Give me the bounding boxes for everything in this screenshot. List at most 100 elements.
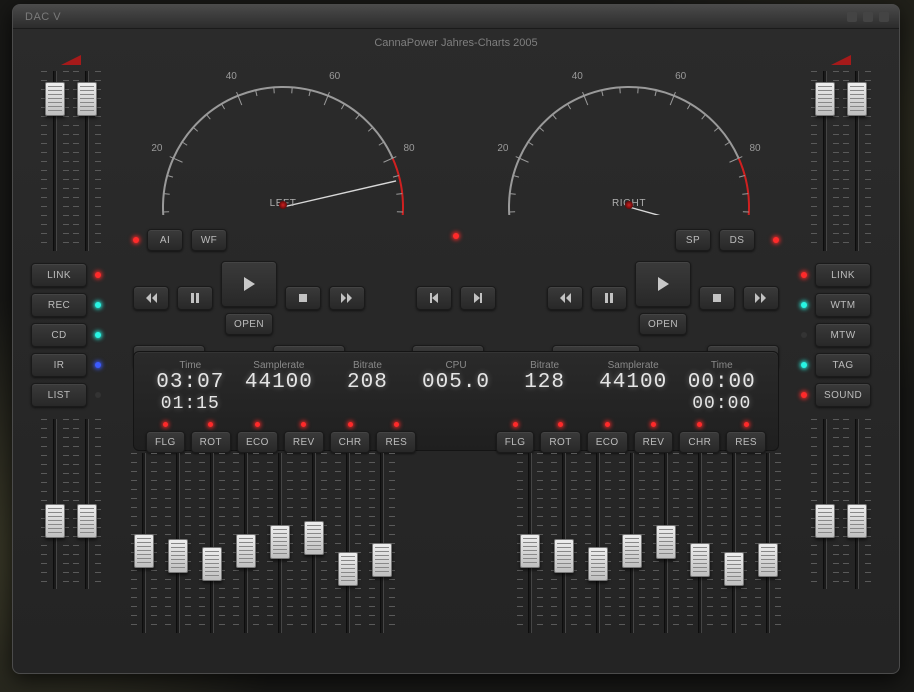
status-led [133,237,139,243]
rec-button[interactable]: REC [31,293,87,317]
stop-button[interactable] [699,286,735,310]
eq-fader[interactable] [201,453,223,633]
eq-section [133,453,779,633]
side-button-row: WTM [801,293,881,317]
fx-rev-button[interactable]: REV [284,431,324,453]
fader[interactable] [75,71,99,251]
eq-fader[interactable] [723,453,745,633]
fader[interactable] [43,71,67,251]
fx-rot-button[interactable]: ROT [191,431,231,453]
vu-pivot-icon [279,201,287,209]
eq-fader[interactable] [655,453,677,633]
eq-fader[interactable] [587,453,609,633]
pause-button[interactable] [591,286,627,310]
pause-button[interactable] [177,286,213,310]
fx-eco-button[interactable]: ECO [237,431,278,453]
ai-button[interactable]: AI [147,229,183,251]
tag-button[interactable]: TAG [815,353,871,377]
eq-fader[interactable] [269,453,291,633]
fx-cell: RES [726,422,766,453]
eq-fader[interactable] [621,453,643,633]
titlebar[interactable]: DAC V [13,5,899,29]
eq-fader[interactable] [167,453,189,633]
fx-rev-button[interactable]: REV [634,431,674,453]
triangle-indicator-left [61,55,81,65]
fx-led [163,422,168,427]
fx-led [558,422,563,427]
fx-led [208,422,213,427]
fader[interactable] [845,419,869,589]
wf-button[interactable]: WF [191,229,227,251]
cd-button[interactable]: CD [31,323,87,347]
fx-cell: CHR [330,422,371,453]
fader[interactable] [43,419,67,589]
mtw-button[interactable]: MTW [815,323,871,347]
fx-res-button[interactable]: RES [376,431,416,453]
fx-rot-button[interactable]: ROT [540,431,580,453]
fx-eco-button[interactable]: ECO [587,431,628,453]
lcd-value: 128 [500,371,589,394]
status-led [801,332,807,338]
volume-faders-left [43,71,99,251]
fader[interactable] [75,419,99,589]
side-button-row: LINK [801,263,881,287]
sp-button[interactable]: SP [675,229,711,251]
ir-button[interactable]: IR [31,353,87,377]
triangle-indicator-right [831,55,851,65]
fx-flg-button[interactable]: FLG [496,431,535,453]
maximize-icon[interactable] [863,12,873,22]
open-button-right[interactable]: OPEN [639,313,687,335]
stop-button[interactable] [285,286,321,310]
play-button-left[interactable] [221,261,277,307]
status-led [95,392,101,398]
fx-led [513,422,518,427]
next-track-button[interactable] [460,286,496,310]
eq-fader[interactable] [553,453,575,633]
eq-fader[interactable] [757,453,779,633]
eq-fader[interactable] [337,453,359,633]
sound-button[interactable]: SOUND [815,383,871,407]
wtm-button[interactable]: WTM [815,293,871,317]
eq-fader[interactable] [235,453,257,633]
minimize-icon[interactable] [847,12,857,22]
status-led [95,302,101,308]
svg-text:20: 20 [151,143,163,154]
fx-chr-button[interactable]: CHR [679,431,720,453]
side-button-row: LINK [31,263,111,287]
fader[interactable] [813,419,837,589]
eq-fader[interactable] [303,453,325,633]
fx-cell: ROT [540,422,580,453]
rewind-button[interactable] [547,286,583,310]
svg-text:80: 80 [750,143,762,154]
fx-cell: RES [376,422,416,453]
status-led [95,272,101,278]
eq-fader[interactable] [519,453,541,633]
fader[interactable] [813,71,837,251]
fx-cell: ROT [191,422,231,453]
status-led [801,392,807,398]
eq-fader[interactable] [371,453,393,633]
fx-flg-button[interactable]: FLG [146,431,185,453]
lcd-time2-left: 01:15 [146,394,235,414]
open-button-left[interactable]: OPEN [225,313,273,335]
fx-led [605,422,610,427]
fx-res-button[interactable]: RES [726,431,766,453]
ds-button[interactable]: DS [719,229,755,251]
svg-text:60: 60 [329,71,341,82]
eq-fader[interactable] [689,453,711,633]
eq-fader[interactable] [133,453,155,633]
fastforward-button[interactable] [329,286,365,310]
fader[interactable] [845,71,869,251]
fx-chr-button[interactable]: CHR [330,431,371,453]
link-button[interactable]: LINK [815,263,871,287]
rewind-button[interactable] [133,286,169,310]
fx-cell: REV [634,422,674,453]
fastforward-button[interactable] [743,286,779,310]
fx-cell: ECO [237,422,278,453]
link-button[interactable]: LINK [31,263,87,287]
close-icon[interactable] [879,12,889,22]
list-button[interactable]: LIST [31,383,87,407]
prev-track-button[interactable] [416,286,452,310]
vu-meter-left: 020406080100 LEFT [133,45,433,215]
play-button-right[interactable] [635,261,691,307]
